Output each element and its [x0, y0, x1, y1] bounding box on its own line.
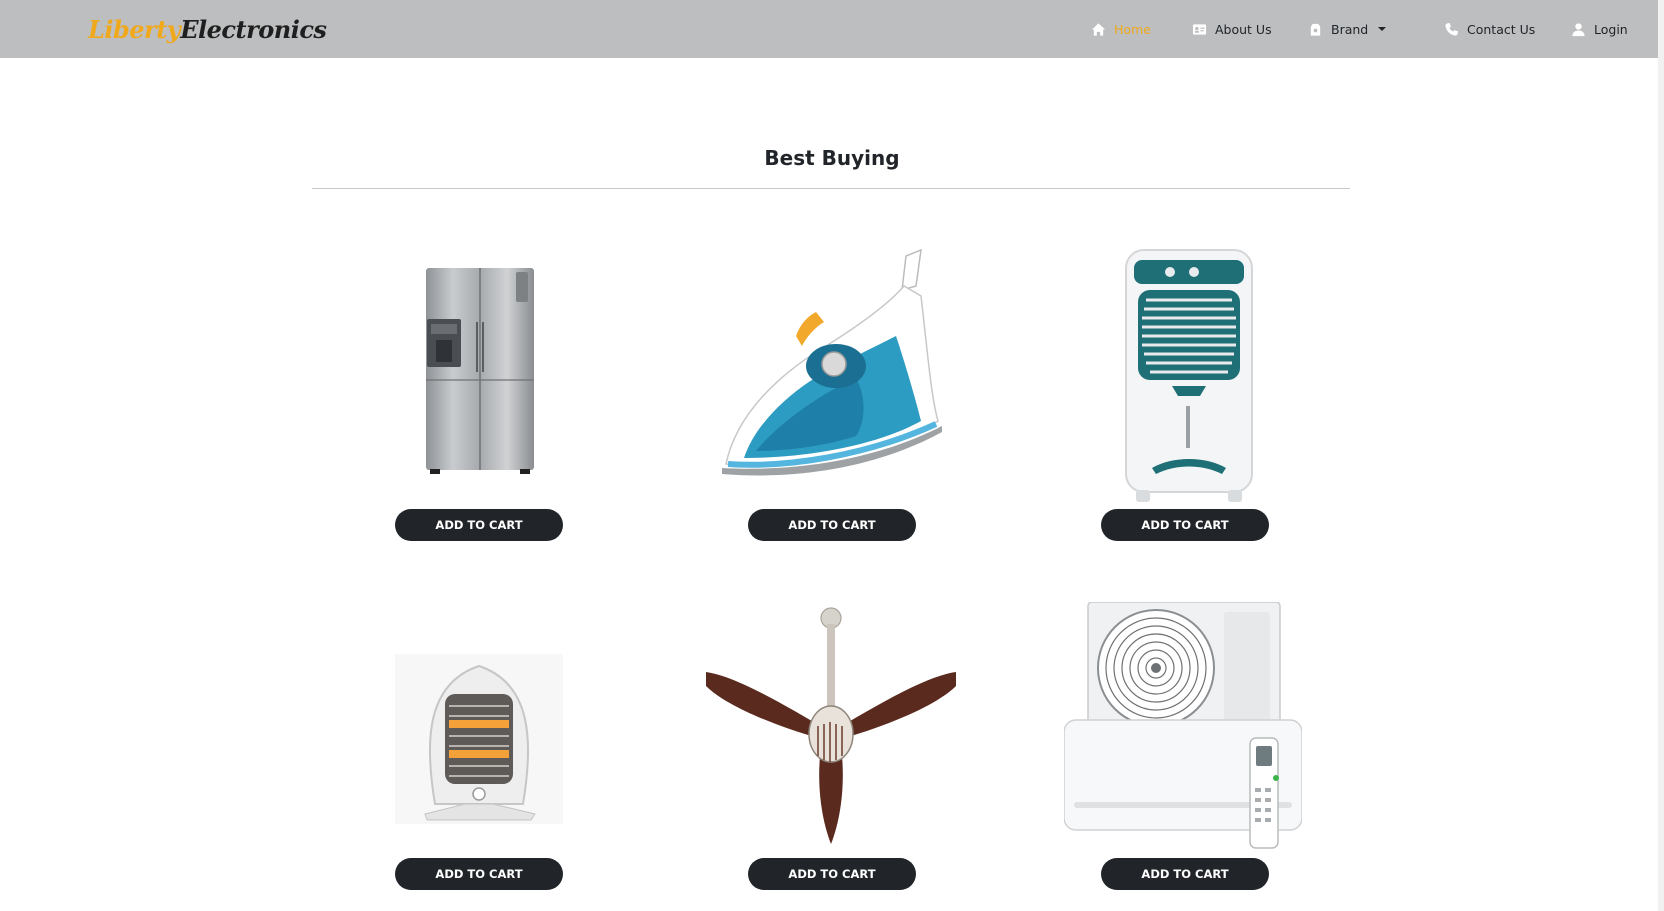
nav-about-us[interactable]: About Us: [1192, 18, 1272, 40]
add-to-cart-button-refrigerator[interactable]: ADD TO CART: [395, 509, 563, 541]
nav-contact-us[interactable]: Contact Us: [1444, 18, 1535, 40]
add-to-cart-button-ceiling-fan[interactable]: ADD TO CART: [748, 858, 916, 890]
air-conditioner-image: [1064, 602, 1302, 849]
add-to-cart-button-air-cooler[interactable]: ADD TO CART: [1101, 509, 1269, 541]
phone-icon: [1444, 22, 1459, 37]
chevron-down-icon: [1378, 27, 1387, 31]
page-scrollbar[interactable]: [1658, 0, 1664, 911]
nav-contact-us-label: Contact Us: [1467, 21, 1536, 37]
user-icon: [1571, 22, 1586, 37]
nav-login-label: Login: [1594, 21, 1628, 37]
brand-logo-part2: Electronics: [180, 15, 327, 44]
brand-logo[interactable]: LibertyElectronics: [88, 10, 327, 50]
nav-about-us-label: About Us: [1215, 21, 1272, 37]
add-to-cart-button-air-conditioner[interactable]: ADD TO CART: [1101, 858, 1269, 890]
add-to-cart-button-room-heater[interactable]: ADD TO CART: [395, 858, 563, 890]
page: LibertyElectronics Home About Us Brand C…: [0, 0, 1664, 911]
section-divider: [312, 188, 1350, 189]
navbar: LibertyElectronics Home About Us Brand C…: [0, 0, 1664, 58]
nav-brand-label: Brand: [1331, 21, 1369, 37]
steam-iron-image: [722, 248, 942, 476]
section-title: Best Buying: [764, 146, 900, 170]
tag-icon: [1308, 22, 1323, 37]
refrigerator-image: [426, 268, 534, 474]
id-card-icon: [1192, 22, 1207, 37]
brand-logo-part1: Liberty: [88, 15, 181, 44]
air-cooler-image: [1125, 249, 1253, 502]
room-heater-image: [395, 654, 563, 824]
nav-home-label: Home: [1114, 21, 1151, 37]
ceiling-fan-image: [706, 607, 956, 844]
nav-home[interactable]: Home: [1091, 18, 1151, 40]
nav-brand-dropdown[interactable]: Brand: [1308, 18, 1387, 40]
home-icon: [1091, 22, 1106, 37]
nav-login[interactable]: Login: [1571, 18, 1628, 40]
add-to-cart-button-steam-iron[interactable]: ADD TO CART: [748, 509, 916, 541]
